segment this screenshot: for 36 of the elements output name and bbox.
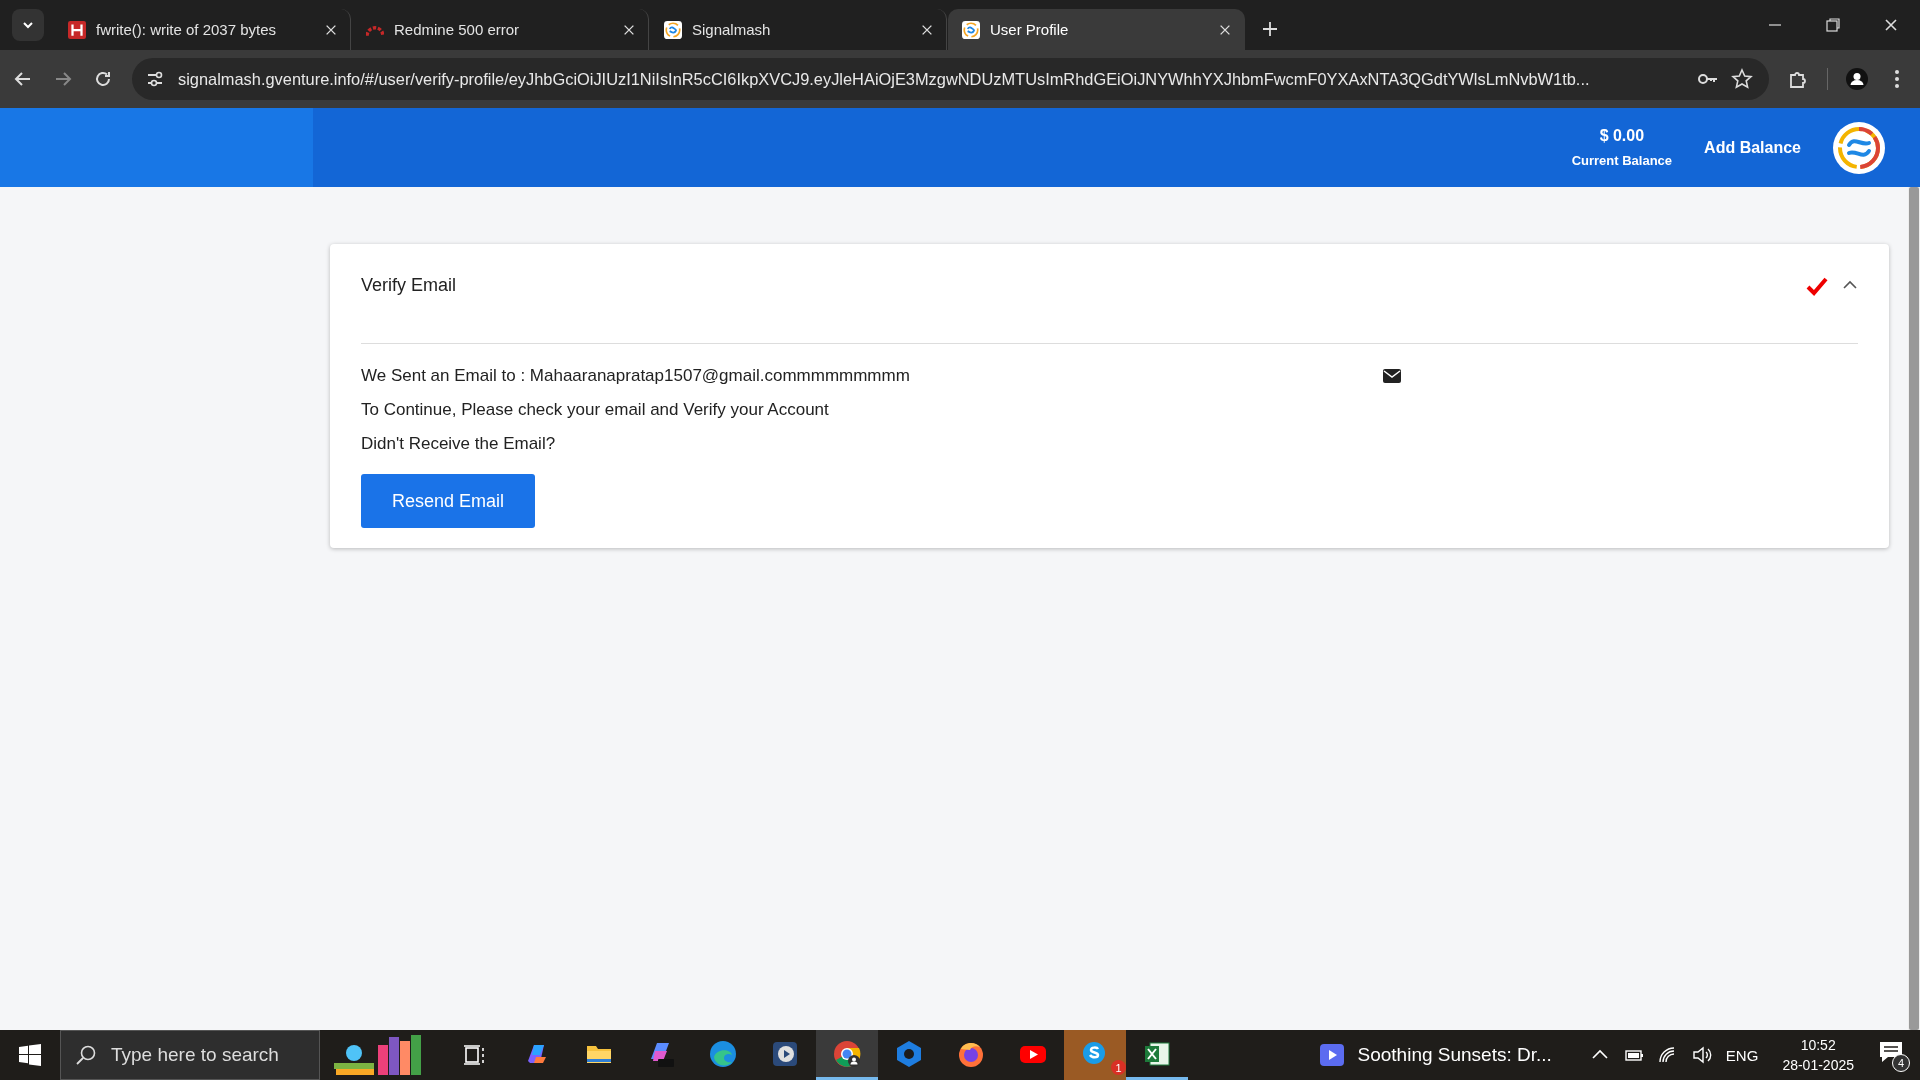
instruction-text: To Continue, Please check your email and Verify your Account — [361, 400, 830, 420]
email-sent-text: We Sent an Email to : Mahaaranapratap1507@gmail.commmmmmmmm — [361, 366, 911, 386]
resend-email-button[interactable]: Resend Email — [361, 474, 535, 528]
search-field[interactable]: Type here to search — [60, 1030, 320, 1080]
notification-badge: 1 — [1111, 1060, 1126, 1075]
media-title[interactable]: Soothing Sunsets: Dr... — [1357, 1044, 1552, 1066]
envelope-icon — [1383, 369, 1401, 383]
question-text: Didn't Receive the Email? — [361, 434, 557, 454]
tab-search-button[interactable] — [12, 9, 44, 41]
hexagon-app-icon[interactable] — [894, 1038, 924, 1069]
card-title: Verify Email — [361, 275, 458, 296]
balance-amount: $ 0.00 — [1599, 127, 1645, 145]
clock-date[interactable]: 28-01-2025 — [1782, 1057, 1854, 1073]
notification-count: 4 — [1892, 1054, 1910, 1072]
language-indicator[interactable]: ENG — [1725, 1046, 1759, 1064]
start-icon[interactable] — [19, 1044, 41, 1066]
new-tab-icon[interactable] — [1260, 19, 1280, 39]
clock-time[interactable]: 10:52 — [1800, 1037, 1836, 1053]
address-bar[interactable]: signalmash.gventure.info/#/user/verify-profile/eyJhbGciOiJIUzI1NiIsInR5cCI6IkpXVCJ9.eyJleHAiOjE3MzgwNDUzMTUsImRhdGEiOiJNYWhhYXJhbmFwcmF0YXAxNTA3QGdtYWlsLmNvbW1tb... — [132, 58, 1769, 100]
balance-label: Current Balance — [1571, 153, 1673, 168]
volume-icon[interactable] — [1691, 1046, 1712, 1064]
browser-tab[interactable]: User Profile — [948, 9, 1245, 50]
profile-icon[interactable] — [1846, 68, 1868, 90]
search-icon — [75, 1044, 97, 1066]
play-icon[interactable] — [1319, 1044, 1344, 1066]
scrollbar[interactable] — [1908, 187, 1920, 1030]
task-view-icon[interactable] — [463, 1044, 487, 1066]
edge-browser-icon[interactable] — [708, 1038, 738, 1069]
signalmash-favicon-icon — [962, 20, 980, 39]
error-page-favicon-icon — [68, 20, 86, 39]
logo-icon[interactable] — [1833, 121, 1885, 174]
add-balance-link[interactable]: Add Balance — [1704, 138, 1801, 157]
star-icon[interactable] — [1731, 68, 1753, 90]
chrome-browser-icon[interactable] — [832, 1038, 862, 1069]
url-text: signalmash.gventure.info/#/user/verify-profile/eyJhbGciOiJIUzI1NiIsInR5cCI6IkpXVCJ9.eyJleHAiOjE3MzgwNDUzMTUsImRhdGEiOiJNYWhhYXJhbmFwcmF0YXAxNTA3QGdtYWlsLmNvbW1tb... — [178, 69, 1591, 89]
signalmash-favicon-icon — [664, 20, 682, 39]
